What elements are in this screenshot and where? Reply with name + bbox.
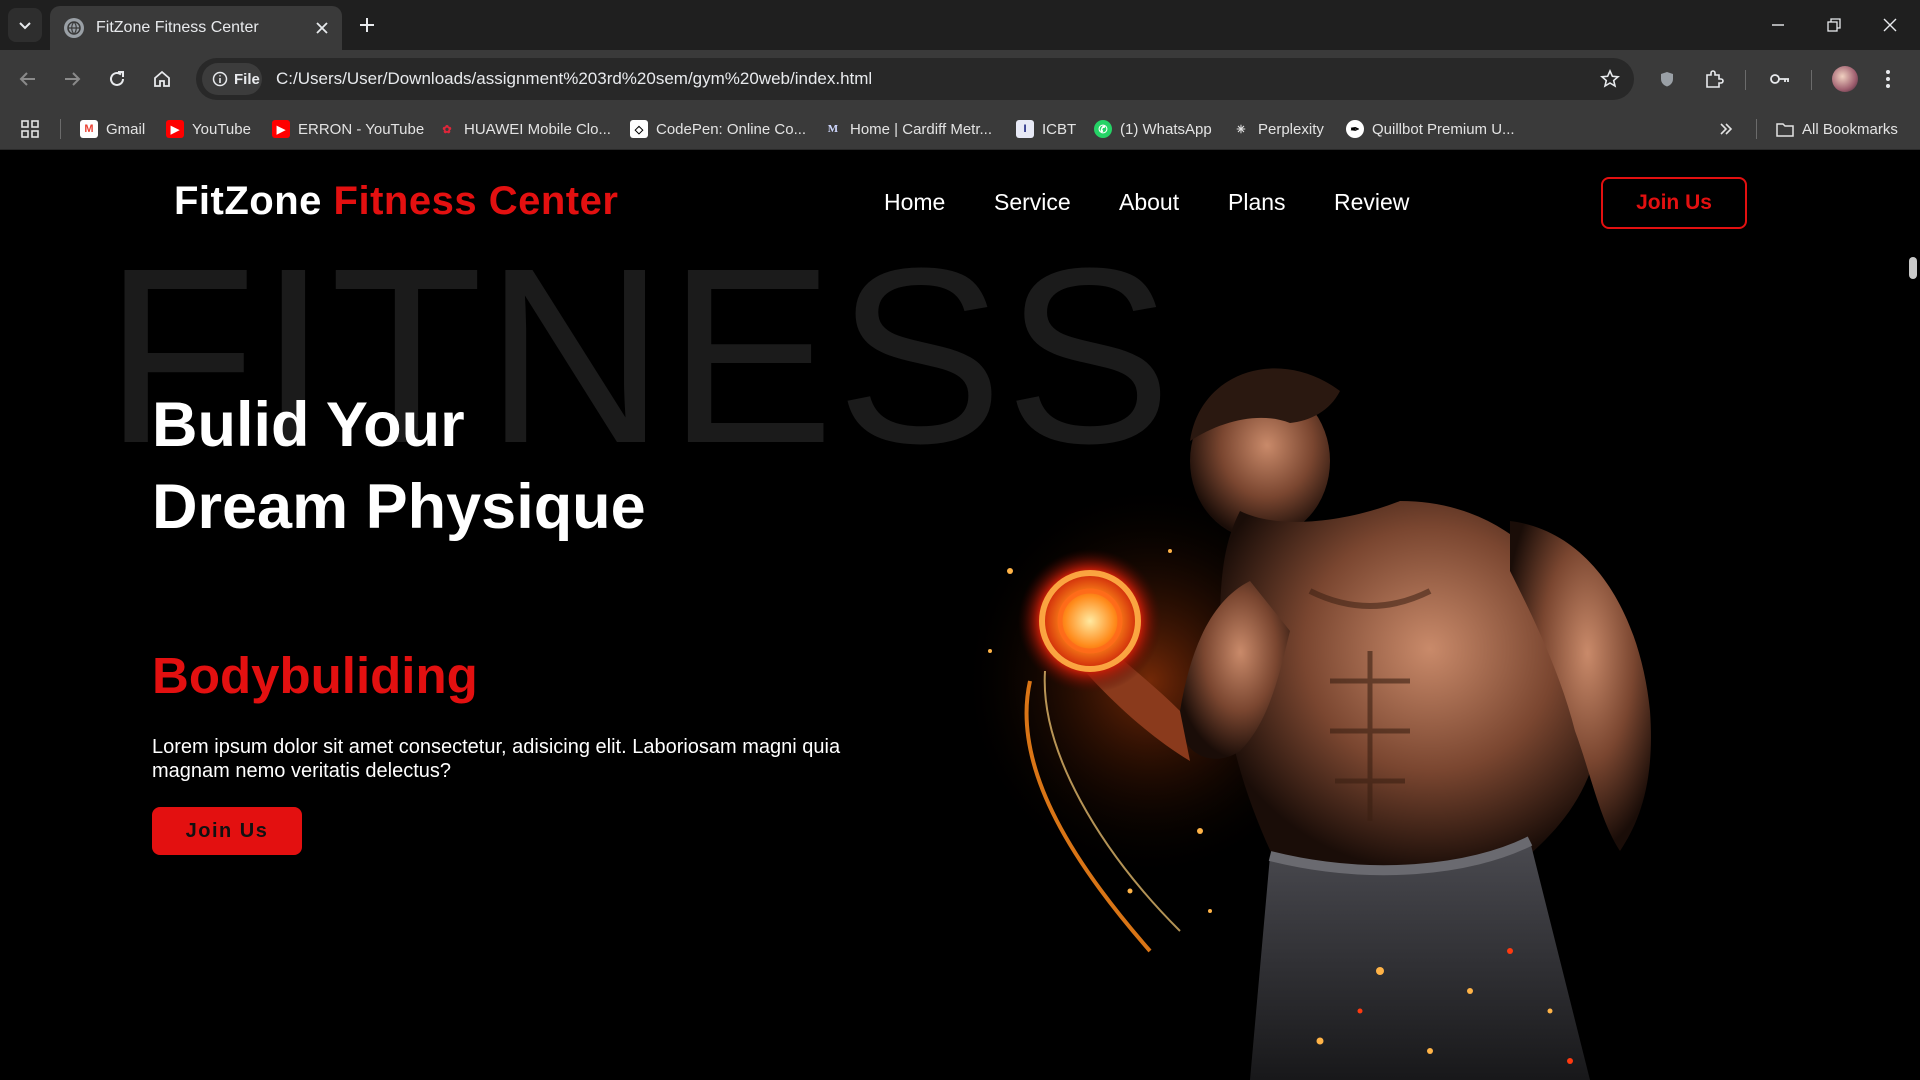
- bookmark-label: (1) WhatsApp: [1120, 120, 1212, 138]
- minimize-icon: [1772, 24, 1784, 26]
- nav-service[interactable]: Service: [994, 189, 1071, 216]
- restore-icon: [1827, 18, 1841, 32]
- bookmarks-bar: M Gmail ▶ YouTube ▶ ERRON - YouTube ✿ HU…: [0, 108, 1920, 150]
- extension-shield-icon[interactable]: [1651, 63, 1683, 95]
- info-icon: [212, 71, 228, 87]
- bookmark-cardiff[interactable]: M Home | Cardiff Metr...: [824, 117, 992, 141]
- bookmark-label: Perplexity: [1258, 120, 1324, 138]
- hero-subheadline: Bodybuliding: [152, 647, 478, 704]
- whatsapp-icon: ✆: [1094, 120, 1112, 138]
- hero-description: Lorem ipsum dolor sit amet consectetur, …: [152, 736, 841, 782]
- menu-kebab-icon[interactable]: [1872, 63, 1904, 95]
- nav-about[interactable]: About: [1119, 189, 1179, 216]
- bookmark-label: ICBT: [1042, 120, 1077, 138]
- tab-search-button[interactable]: [8, 8, 42, 42]
- browser-tab[interactable]: FitZone Fitness Center: [50, 6, 342, 50]
- password-key-icon[interactable]: [1764, 63, 1796, 95]
- bookmark-label: Gmail: [106, 120, 146, 138]
- join-us-header-button[interactable]: Join Us: [1601, 177, 1747, 229]
- tab-close-icon[interactable]: [308, 14, 336, 42]
- bookmarks-divider: [1756, 119, 1757, 139]
- site-logo[interactable]: FitZone Fitness Center: [174, 179, 618, 224]
- close-icon: [1883, 18, 1897, 32]
- bookmark-youtube[interactable]: ▶ YouTube: [166, 117, 251, 141]
- more-bookmarks-chevron-icon[interactable]: [1718, 117, 1734, 141]
- icbt-icon: I: [1016, 120, 1034, 138]
- all-bookmarks-button[interactable]: All Bookmarks: [1776, 117, 1898, 141]
- back-button[interactable]: [12, 63, 44, 95]
- bookmark-label: CodePen: Online Co...: [656, 120, 807, 138]
- toolbar-divider: [1745, 70, 1746, 90]
- bookmark-codepen[interactable]: ◇ CodePen: Online Co...: [630, 117, 806, 141]
- scrollbar-thumb[interactable]: [1909, 257, 1917, 279]
- logo-white-text: FitZone: [174, 179, 322, 223]
- quillbot-icon: ✒: [1346, 120, 1364, 138]
- apps-grid-icon[interactable]: [20, 117, 40, 141]
- all-bookmarks-label: All Bookmarks: [1802, 120, 1898, 138]
- bookmark-label: HUAWEI Mobile Clo...: [464, 120, 611, 138]
- bookmark-quillbot[interactable]: ✒ Quillbot Premium U...: [1346, 117, 1515, 141]
- bookmark-huawei[interactable]: ✿ HUAWEI Mobile Clo...: [438, 117, 611, 141]
- home-button[interactable]: [146, 63, 178, 95]
- nav-plans[interactable]: Plans: [1228, 189, 1286, 216]
- bookmark-gmail[interactable]: M Gmail: [80, 117, 145, 141]
- bookmark-perplexity[interactable]: ✳ Perplexity: [1232, 117, 1324, 141]
- address-bar[interactable]: File C:/Users/User/Downloads/assignment%…: [196, 58, 1634, 100]
- bookmark-label: YouTube: [192, 120, 251, 138]
- nav-home[interactable]: Home: [884, 189, 945, 216]
- join-us-hero-button[interactable]: Join Us: [152, 807, 302, 855]
- perplexity-icon: ✳: [1236, 123, 1246, 136]
- youtube-icon: ▶: [272, 120, 290, 138]
- huawei-icon: ✿: [442, 123, 452, 136]
- hero-headline-line-2: Dream Physique: [152, 472, 646, 542]
- new-tab-button[interactable]: [352, 10, 382, 40]
- minimize-button[interactable]: [1750, 0, 1806, 50]
- plus-icon: [360, 18, 374, 32]
- extensions-puzzle-icon[interactable]: [1698, 63, 1730, 95]
- arrow-right-icon: [65, 72, 81, 86]
- restore-button[interactable]: [1806, 0, 1862, 50]
- codepen-icon: ◇: [630, 120, 648, 138]
- reload-icon: [110, 71, 124, 86]
- home-icon: [154, 70, 170, 87]
- hero-headline-line-1: Bulid Your: [152, 390, 465, 460]
- reload-button[interactable]: [101, 63, 133, 95]
- arrow-left-icon: [19, 72, 35, 86]
- bookmark-icbt[interactable]: I ICBT: [1016, 117, 1076, 141]
- bookmark-whatsapp[interactable]: ✆ (1) WhatsApp: [1094, 117, 1212, 141]
- profile-avatar[interactable]: [1832, 66, 1858, 92]
- youtube-icon: ▶: [166, 120, 184, 138]
- bookmark-label: Quillbot Premium U...: [1372, 120, 1515, 138]
- chevron-down-icon: [19, 22, 31, 30]
- nav-review[interactable]: Review: [1334, 189, 1409, 216]
- folder-icon: [1776, 120, 1794, 138]
- bookmark-label: Home | Cardiff Metr...: [850, 120, 992, 138]
- web-page: FITNESS FitZone Fitness Center Home Serv…: [0, 151, 1920, 1080]
- cardiff-icon: M: [827, 123, 839, 135]
- browser-toolbar: File C:/Users/User/Downloads/assignment%…: [0, 50, 1920, 108]
- forward-button[interactable]: [56, 63, 88, 95]
- toolbar-divider: [1811, 70, 1812, 90]
- chip-label: File: [234, 70, 260, 88]
- browser-tab-bar: FitZone Fitness Center: [0, 0, 1920, 50]
- page-scrollbar[interactable]: [1906, 251, 1920, 1080]
- url-text[interactable]: C:/Users/User/Downloads/assignment%203rd…: [276, 69, 872, 89]
- globe-icon: [64, 18, 84, 38]
- bodybuilder-image: [960, 368, 1651, 1080]
- bookmarks-divider: [60, 119, 61, 139]
- close-window-button[interactable]: [1862, 0, 1918, 50]
- gmail-icon: M: [80, 120, 98, 138]
- bookmark-label: ERRON - YouTube: [298, 120, 425, 138]
- site-info-chip[interactable]: File: [202, 63, 262, 95]
- tab-title: FitZone Fitness Center: [96, 19, 259, 36]
- bookmark-erron-youtube[interactable]: ▶ ERRON - YouTube: [272, 117, 424, 141]
- logo-red-text: Fitness Center: [333, 179, 619, 223]
- bookmark-star-icon[interactable]: [1598, 67, 1622, 91]
